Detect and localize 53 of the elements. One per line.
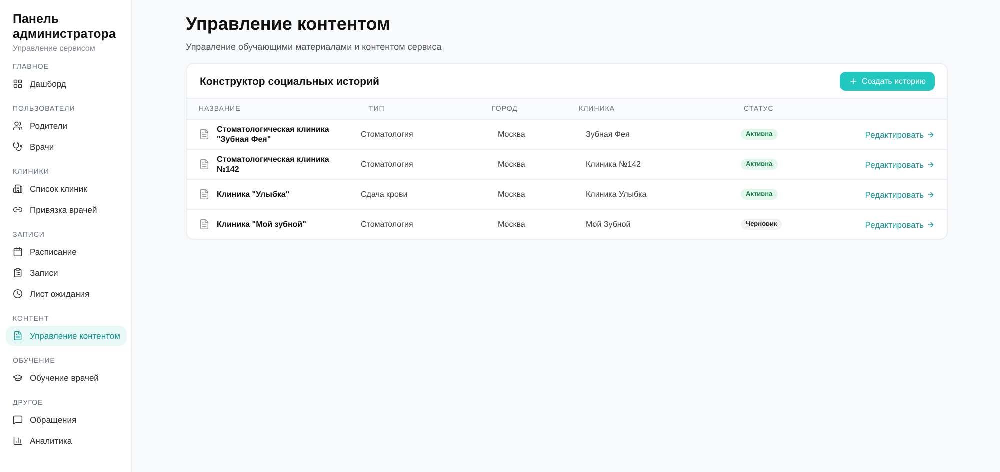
table-cell-text: Клиника №142 bbox=[586, 160, 642, 169]
table-cell-text: Стоматология bbox=[361, 130, 414, 139]
nav-item[interactable]: Обращения bbox=[6, 410, 84, 430]
document-icon bbox=[199, 159, 210, 170]
document-icon bbox=[199, 129, 210, 140]
table-cell-text: Москва bbox=[498, 190, 526, 199]
nav-item[interactable]: Обучение врачей bbox=[6, 368, 106, 388]
stethoscope-icon bbox=[13, 142, 23, 152]
document-icon bbox=[199, 189, 210, 200]
users-icon bbox=[13, 121, 23, 131]
link-icon bbox=[13, 205, 23, 215]
arrow-right-icon bbox=[927, 190, 935, 198]
card-title: Конструктор социальных историй bbox=[200, 76, 380, 88]
nav-item[interactable]: Список клиник bbox=[6, 179, 94, 199]
sidebar-title: Панель администратора bbox=[12, 12, 117, 42]
table-cell-text: Стоматология bbox=[361, 160, 414, 169]
table-cell-text: Москва bbox=[498, 130, 526, 139]
table-cell-text: Сдача крови bbox=[361, 190, 409, 199]
nav-item[interactable]: Записи bbox=[6, 263, 66, 283]
calendar-icon bbox=[13, 247, 23, 257]
table-cell-text: Стоматологическая клиника №142 bbox=[217, 154, 330, 174]
clock-icon bbox=[13, 289, 23, 299]
table-cell-text: Мой Зубной bbox=[586, 220, 632, 229]
clipboard-icon bbox=[13, 268, 23, 278]
nav-item[interactable]: Лист ожидания bbox=[6, 284, 97, 304]
nav-item[interactable]: Дашборд bbox=[6, 74, 74, 94]
table-cell-text: Клиника "Мой зубной" bbox=[217, 220, 308, 230]
building-icon bbox=[13, 184, 23, 194]
nav-item[interactable]: Привязка врачей bbox=[6, 200, 104, 220]
document-icon bbox=[13, 331, 23, 341]
table-cell-text: Москва bbox=[498, 160, 526, 169]
bar-chart-icon bbox=[13, 436, 23, 446]
table-cell-text: Стоматологическая клиника "Зубная Фея" bbox=[217, 124, 330, 144]
arrow-right-icon bbox=[927, 220, 935, 228]
table-cell-text: Москва bbox=[498, 220, 526, 229]
sidebar-subtitle: Управление сервисом bbox=[12, 43, 96, 53]
table-cell-text: Зубная Фея bbox=[586, 130, 631, 139]
table-cell-text: Клиника Улыбка bbox=[586, 190, 648, 199]
document-icon bbox=[199, 219, 210, 230]
graduation-cap-icon bbox=[13, 373, 23, 383]
arrow-right-icon bbox=[927, 130, 935, 138]
dashboard-icon bbox=[13, 79, 23, 89]
nav-item[interactable]: Родители bbox=[6, 116, 74, 136]
table-cell-text: Клиника "Улыбка" bbox=[217, 190, 291, 200]
page-title: Управление контентом bbox=[186, 14, 392, 35]
nav-item[interactable]: Аналитика bbox=[6, 431, 80, 451]
table-cell-text: Стоматология bbox=[361, 220, 414, 229]
page-subtitle: Управление обучающими материалами и контентом сервиса bbox=[186, 42, 443, 52]
nav-item[interactable]: Расписание bbox=[6, 242, 84, 262]
arrow-right-icon bbox=[927, 160, 935, 168]
chat-icon bbox=[13, 415, 23, 425]
plus-icon bbox=[848, 77, 858, 86]
nav-item[interactable]: Врачи bbox=[6, 137, 62, 157]
